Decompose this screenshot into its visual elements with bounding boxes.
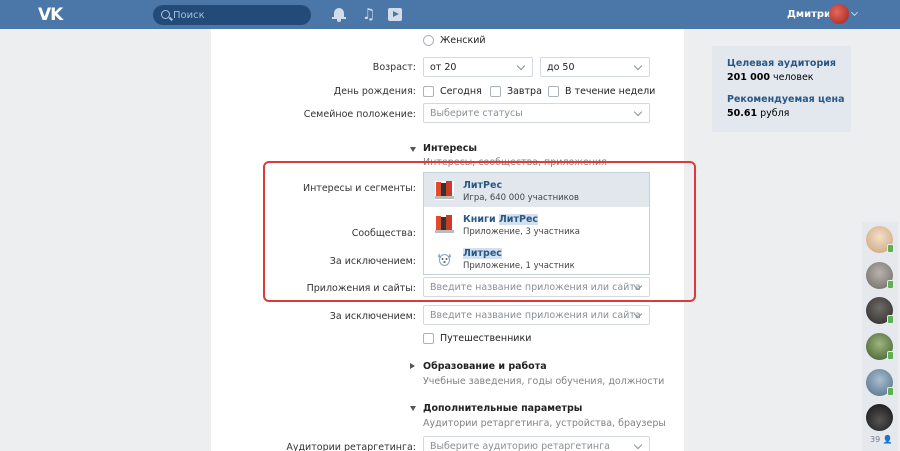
price-unit: рубля xyxy=(760,108,790,119)
bell-icon[interactable] xyxy=(332,7,346,22)
retarget-placeholder: Выберите аудиторию ретаргетинга xyxy=(430,441,610,451)
age-label: Возраст: xyxy=(372,62,416,73)
online-count-number: 39 xyxy=(870,435,881,444)
birthday-label: День рождения: xyxy=(333,86,416,97)
highlight-frame xyxy=(263,161,696,302)
birthday-week-checkbox[interactable] xyxy=(548,86,559,97)
gender-female-radio[interactable] xyxy=(423,35,434,46)
interests-title[interactable]: Интересы xyxy=(423,143,477,154)
travelers-checkbox[interactable] xyxy=(423,333,434,344)
friend-avatar[interactable] xyxy=(866,333,894,360)
online-indicator xyxy=(887,351,894,360)
exclusion2-label: За исключением: xyxy=(329,311,416,322)
expand-triangle-icon[interactable] xyxy=(410,363,415,369)
friend-avatar[interactable] xyxy=(866,226,894,253)
search-box[interactable] xyxy=(153,5,311,25)
chevron-down-icon xyxy=(633,440,643,450)
audience-title: Целевая аудитория xyxy=(727,58,837,69)
online-indicator xyxy=(887,315,894,324)
online-indicator xyxy=(887,244,894,253)
retarget-label: Аудитории ретаргетинга: xyxy=(286,442,416,451)
family-select[interactable]: Выберите статусы xyxy=(423,103,650,123)
birthday-today-checkbox[interactable] xyxy=(423,86,434,97)
search-icon xyxy=(161,10,170,19)
gender-female-label: Женский xyxy=(440,35,486,46)
online-indicator xyxy=(887,280,894,289)
online-count[interactable]: 39 👤 xyxy=(870,435,893,444)
online-indicator xyxy=(887,387,894,396)
chevron-down-icon xyxy=(633,107,643,117)
birthday-today-label: Сегодня xyxy=(440,86,482,97)
price-title: Рекомендуемая цена xyxy=(727,94,845,105)
search-input[interactable] xyxy=(173,8,303,22)
retarget-select[interactable]: Выберите аудиторию ретаргетинга xyxy=(423,436,650,451)
family-placeholder: Выберите статусы xyxy=(430,108,523,119)
vk-logo[interactable]: VK xyxy=(38,5,64,25)
exclusion2-input[interactable]: Введите название приложения или сайта xyxy=(423,305,650,325)
age-to-value: до 50 xyxy=(547,62,575,73)
extra-subtitle: Аудитории ретаргетинга, устройства, брау… xyxy=(423,418,666,429)
friend-avatar[interactable] xyxy=(866,369,894,396)
birthday-tomorrow-label: Завтра xyxy=(507,86,542,97)
age-to-select[interactable]: до 50 xyxy=(540,57,650,77)
exclusion2-placeholder: Введите название приложения или сайта xyxy=(430,310,641,321)
travelers-label: Путешественники xyxy=(440,333,532,344)
chevron-down-icon xyxy=(516,61,526,71)
birthday-week-label: В течение недели xyxy=(565,86,656,97)
friend-avatar[interactable] xyxy=(866,297,894,324)
audience-unit: человек xyxy=(773,72,814,83)
audience-panel: Целевая аудитория 201 000 человек Рекоме… xyxy=(712,46,851,132)
birthday-tomorrow-checkbox[interactable] xyxy=(490,86,501,97)
friend-avatar[interactable] xyxy=(866,262,894,289)
person-icon: 👤 xyxy=(882,435,893,444)
chevron-down-icon xyxy=(633,61,643,71)
top-bar: VK ♫ Дмитрий xyxy=(0,0,900,29)
chevron-down-icon[interactable] xyxy=(850,8,859,17)
education-title[interactable]: Образование и работа xyxy=(423,361,547,372)
price-value: 50.61 рубля xyxy=(727,108,789,119)
friend-avatar[interactable] xyxy=(866,404,893,431)
avatar[interactable] xyxy=(829,4,849,24)
video-icon[interactable] xyxy=(388,8,402,21)
age-from-value: от 20 xyxy=(430,62,457,73)
price-number: 50.61 xyxy=(727,108,758,119)
audience-value: 201 000 человек xyxy=(727,72,814,83)
expand-triangle-icon[interactable] xyxy=(410,147,416,152)
music-icon[interactable]: ♫ xyxy=(362,5,376,23)
expand-triangle-icon[interactable] xyxy=(410,406,416,411)
age-from-select[interactable]: от 20 xyxy=(423,57,533,77)
extra-title[interactable]: Дополнительные параметры xyxy=(423,403,582,414)
family-label: Семейное положение: xyxy=(303,109,416,120)
audience-number: 201 000 xyxy=(727,72,770,83)
education-subtitle: Учебные заведения, годы обучения, должно… xyxy=(423,376,665,387)
